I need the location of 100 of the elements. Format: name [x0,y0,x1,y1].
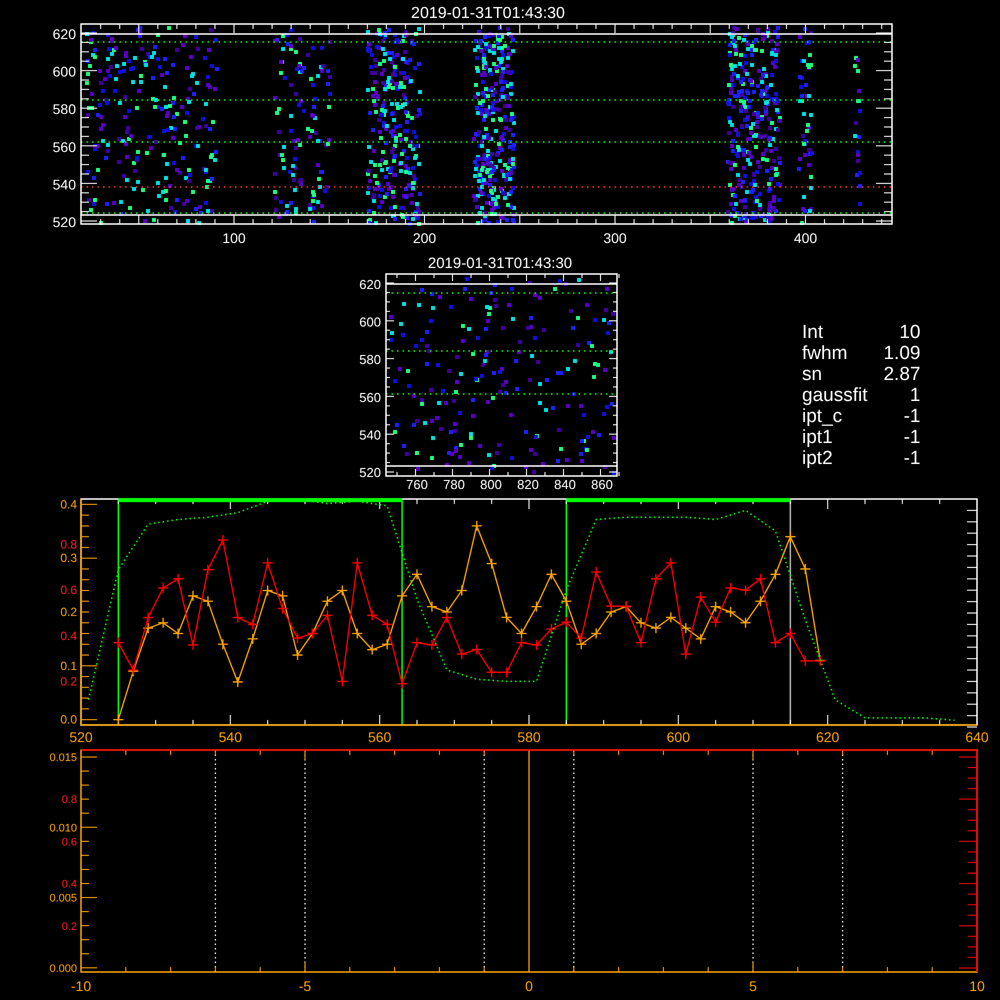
stat-value: 2.87 [883,364,920,385]
point [665,557,677,569]
point [665,612,677,624]
stat-value: 1 [908,385,920,406]
point [292,632,304,644]
panel-title: 2019-01-31T01:43:30 [428,255,572,272]
stat-value: -1 [902,448,920,469]
point [217,638,229,650]
axis-label: 0.000 [49,962,77,975]
point [157,617,169,628]
point [516,637,528,648]
axis-label: 400 [794,230,818,246]
point [262,584,274,596]
point [486,558,498,570]
point [352,628,363,640]
axis-label: 5 [749,978,757,994]
point [217,534,229,546]
stat-label: Int [802,322,824,343]
axis-label: 200 [412,230,436,246]
axis-label: 0.6 [60,583,77,598]
point [530,639,542,651]
axis-label: 0.2 [60,605,77,619]
point [695,633,706,645]
point [381,618,393,630]
point [322,610,334,621]
point [471,520,482,532]
point [276,602,288,614]
point [650,573,662,584]
axis-label: 0.3 [60,551,77,566]
point [142,612,154,624]
axis-label: 620 [816,729,840,745]
point [710,600,722,612]
point [112,714,124,726]
point [680,622,692,634]
point [336,584,348,596]
axis-label: 0.8 [60,538,77,552]
point [635,637,647,648]
point [500,612,512,624]
axis-label: 520 [69,729,93,745]
point [500,666,512,678]
axis-label: 0.4 [60,628,77,643]
stat-value: 10 [898,322,920,343]
point [754,573,766,584]
point [650,622,662,634]
axis-label: 540 [218,729,242,745]
axis-label: 620 [359,277,381,292]
axis-label: 640 [965,729,989,745]
panel-title: 2019-01-31T01:43:30 [411,5,565,22]
point [724,606,736,618]
point [605,600,617,612]
point [724,582,736,594]
stat-label: sn [802,364,824,385]
point [590,628,602,640]
axis-label: 580 [517,729,541,745]
point [710,616,722,628]
point [336,676,348,688]
axis-label: 100 [222,230,246,246]
point [740,584,752,596]
axis-label: 580 [359,352,381,368]
axis-label: 600 [52,64,76,80]
point [680,648,692,660]
point [202,596,214,607]
stat-label: ipt1 [802,427,834,448]
point [172,628,184,640]
axis-label: 0.015 [49,752,77,764]
point [202,564,214,576]
point [247,633,258,645]
axis-label: 520 [52,214,76,230]
point [546,568,558,580]
axis-label: 600 [666,729,690,745]
point [381,638,393,650]
point [486,666,498,678]
axis-label: 780 [443,477,465,490]
axis-label: 10 [969,978,985,994]
stat-label: ipt_c [802,406,844,427]
point [784,531,796,542]
point [635,617,647,628]
point [262,557,274,569]
point [232,676,244,688]
point [530,600,542,612]
axis-label: 0 [525,978,533,994]
point [322,596,334,607]
point [232,612,244,624]
axis-label: 840 [554,477,576,490]
point [426,600,438,612]
axis-label: 860 [591,477,613,490]
point [426,639,438,651]
axis-label: 560 [359,390,381,405]
axis-label: 0.005 [49,892,77,905]
point [770,568,782,580]
axis-label: 0.2 [60,674,77,688]
point [441,612,453,624]
axis-label: -10 [70,978,92,994]
point [784,628,796,640]
point [396,590,408,602]
point [456,584,468,596]
axis-label: 0.6 [62,836,77,848]
axis-label: 0.4 [60,497,77,512]
axis-label: 760 [406,477,428,490]
point [754,596,766,607]
